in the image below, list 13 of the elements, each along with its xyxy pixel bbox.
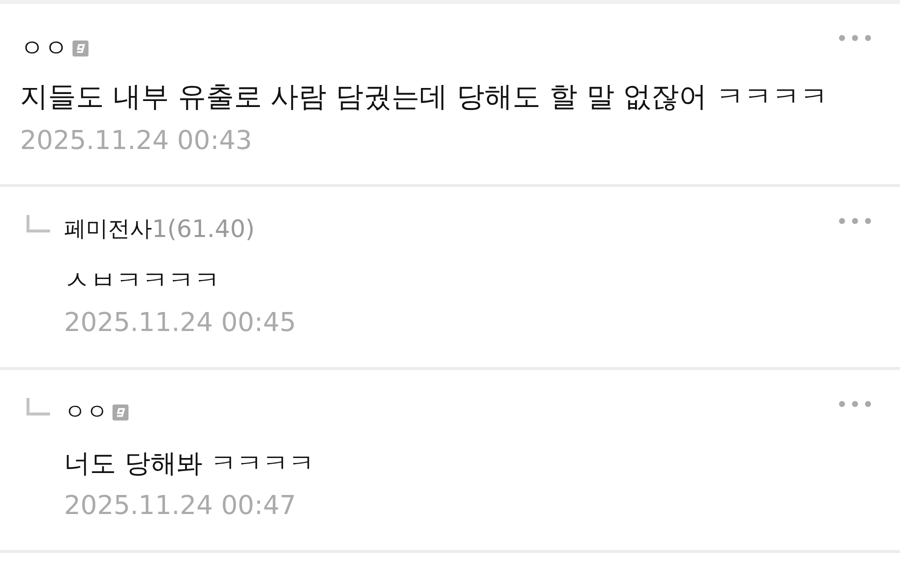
comment-date: 2025.11.24 00:43 <box>20 126 254 156</box>
more-icon[interactable] <box>838 217 872 225</box>
comment-date: 2025.11.24 00:47 <box>64 491 298 521</box>
comment-text: ㅅㅂㅋㅋㅋㅋ <box>64 265 221 298</box>
author-name: 페미전사 <box>64 216 152 244</box>
comment-text: 지들도 내부 유출로 사람 담궜는데 당해도 할 말 없잖어 ㅋㅋㅋㅋ <box>20 79 828 115</box>
author-info: 1(61.40) <box>152 215 255 243</box>
comment-text: 너도 당해봐 ㅋㅋㅋㅋ <box>64 448 315 481</box>
author-name: ㅇㅇ <box>64 399 108 427</box>
comment-date: 2025.11.24 00:45 <box>64 308 296 338</box>
more-icon[interactable] <box>838 34 872 42</box>
more-icon[interactable] <box>838 400 872 408</box>
author-name: ㅇㅇ <box>20 33 68 64</box>
